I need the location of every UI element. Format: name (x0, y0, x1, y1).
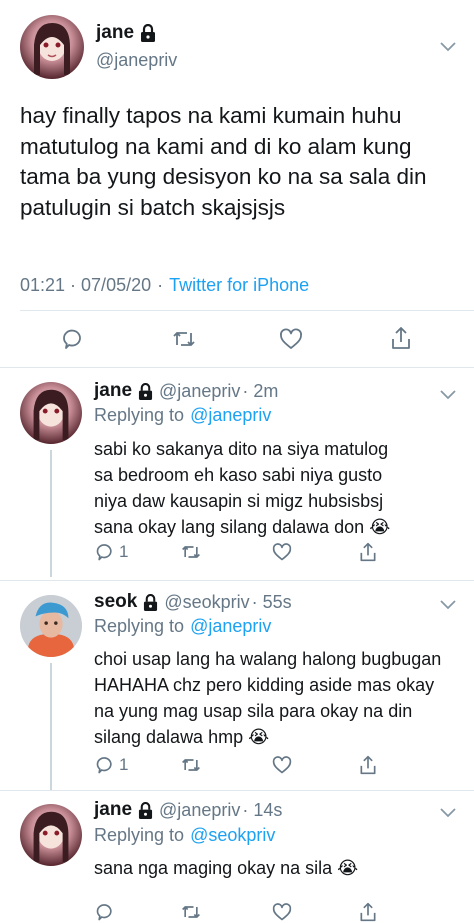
avatar[interactable] (20, 15, 84, 79)
like-button[interactable] (279, 327, 303, 351)
like-button[interactable] (272, 755, 292, 775)
chevron-down-icon[interactable] (440, 600, 456, 610)
reply-icon (96, 904, 112, 921)
chevron-down-icon[interactable] (440, 42, 456, 52)
user-handle[interactable]: @seokpriv (164, 592, 249, 613)
lock-icon (143, 593, 158, 611)
retweet-icon (182, 546, 200, 558)
like-icon (272, 903, 292, 921)
tweet-source-link[interactable]: Twitter for iPhone (169, 275, 309, 296)
reply-button[interactable]: 1 (95, 755, 128, 775)
user-name[interactable]: seok (94, 591, 137, 613)
share-button[interactable] (389, 325, 413, 351)
reply-text: choi usap lang ha walang halong bugbugan… (94, 649, 442, 747)
retweet-icon (182, 906, 200, 918)
replying-to-link[interactable]: @seokpriv (190, 825, 275, 846)
lock-icon (138, 801, 153, 819)
replying-to-label: Replying to (94, 616, 185, 636)
reply-button[interactable] (95, 902, 119, 922)
lock-icon (138, 382, 153, 400)
replying-to-label: Replying to (94, 825, 185, 845)
share-icon (360, 902, 376, 922)
tweet-text: hay finally tapos na kami kumain huhu ma… (20, 103, 427, 220)
share-icon (392, 327, 410, 349)
chevron-down-icon[interactable] (440, 808, 456, 818)
tweet-age: · 2m (242, 380, 279, 401)
reply-icon (63, 329, 81, 349)
user-handle[interactable]: @janepriv (96, 50, 177, 71)
divider (20, 310, 474, 311)
reply-text: sana nga maging okay na sila 😭 (94, 858, 359, 878)
user-name[interactable]: jane (94, 799, 132, 821)
user-name[interactable]: jane (94, 380, 132, 402)
reply-count: 1 (119, 755, 129, 774)
reply-count: 1 (119, 542, 129, 561)
user-handle[interactable]: @janepriv (159, 800, 240, 821)
reply-icon (96, 757, 112, 774)
thread-line (50, 450, 52, 577)
replying-to-link[interactable]: @janepriv (190, 405, 271, 426)
chevron-down-icon[interactable] (440, 390, 456, 400)
user-handle[interactable]: @janepriv (159, 381, 240, 402)
retweet-icon (182, 759, 200, 771)
like-icon (272, 756, 292, 774)
divider (0, 367, 474, 368)
reply-icon (96, 544, 112, 561)
avatar[interactable] (20, 804, 82, 866)
retweet-button[interactable] (180, 755, 202, 775)
avatar[interactable] (20, 595, 82, 657)
like-icon (272, 543, 292, 561)
share-icon (360, 542, 376, 562)
reply-text: sabi ko sakanya dito na siya matulog sa … (94, 439, 391, 537)
retweet-icon (173, 332, 195, 346)
reply-button[interactable] (61, 327, 85, 351)
tweet-timestamp: 01:21 · 07/05/20 (20, 275, 152, 295)
tweet-age: · 14s (242, 799, 283, 820)
lock-icon (140, 24, 156, 42)
share-button[interactable] (358, 541, 378, 563)
retweet-button[interactable] (180, 542, 202, 562)
thread-line (50, 663, 52, 790)
avatar[interactable] (20, 382, 82, 444)
reply-button[interactable]: 1 (95, 542, 128, 562)
user-name[interactable]: jane (96, 22, 134, 44)
divider (0, 580, 474, 581)
like-icon (280, 328, 302, 349)
share-icon (360, 755, 376, 775)
like-button[interactable] (272, 542, 292, 562)
replying-to-link[interactable]: @janepriv (190, 616, 271, 637)
like-button[interactable] (272, 902, 292, 922)
divider (0, 790, 474, 791)
tweet-age: · 55s (251, 591, 292, 612)
retweet-button[interactable] (180, 902, 202, 922)
share-button[interactable] (358, 901, 378, 923)
replying-to-label: Replying to (94, 405, 185, 425)
retweet-button[interactable] (171, 327, 197, 351)
share-button[interactable] (358, 754, 378, 776)
separator-dot: · (157, 275, 164, 295)
